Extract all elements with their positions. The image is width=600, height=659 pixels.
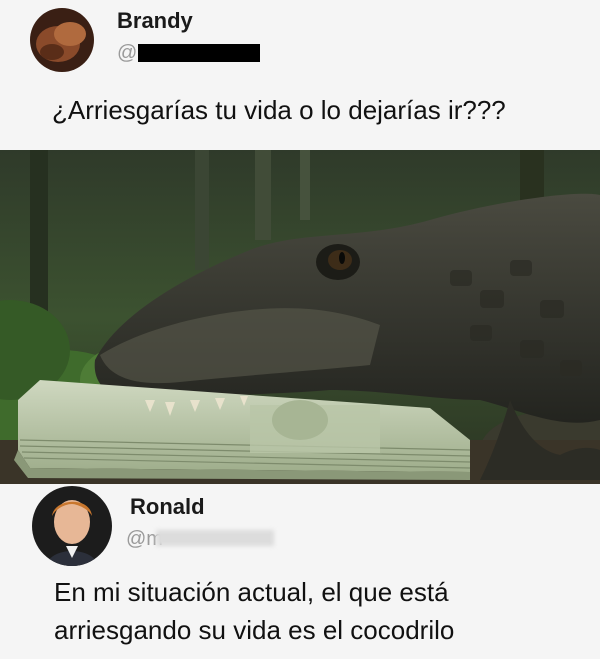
ronald-avatar[interactable] <box>32 486 112 566</box>
redaction-bar <box>138 44 260 62</box>
ronald-tweet-line2: arriesgando su vida es el cocodrilo <box>54 615 455 645</box>
brandy-tweet-text: ¿Arriesgarías tu vida o lo dejarías ir??… <box>52 95 506 125</box>
crocodile-money-photo[interactable] <box>0 150 600 484</box>
tweet-brandy: Brandy @ ¿Arriesgarías tu vida o lo deja… <box>0 0 600 150</box>
brandy-avatar-image <box>30 8 94 72</box>
crocodile-image <box>0 150 600 484</box>
tweet-ronald: Ronald @m En mi situación actual, el que… <box>0 484 600 659</box>
ronald-tweet-line1: En mi situación actual, el que está <box>54 577 449 607</box>
redaction-blur <box>156 530 274 546</box>
ronald-avatar-image <box>32 486 112 566</box>
brandy-name[interactable]: Brandy <box>117 8 193 34</box>
ronald-name[interactable]: Ronald <box>130 494 205 520</box>
brandy-handle[interactable]: @ <box>117 42 137 65</box>
brandy-avatar[interactable] <box>30 8 94 72</box>
